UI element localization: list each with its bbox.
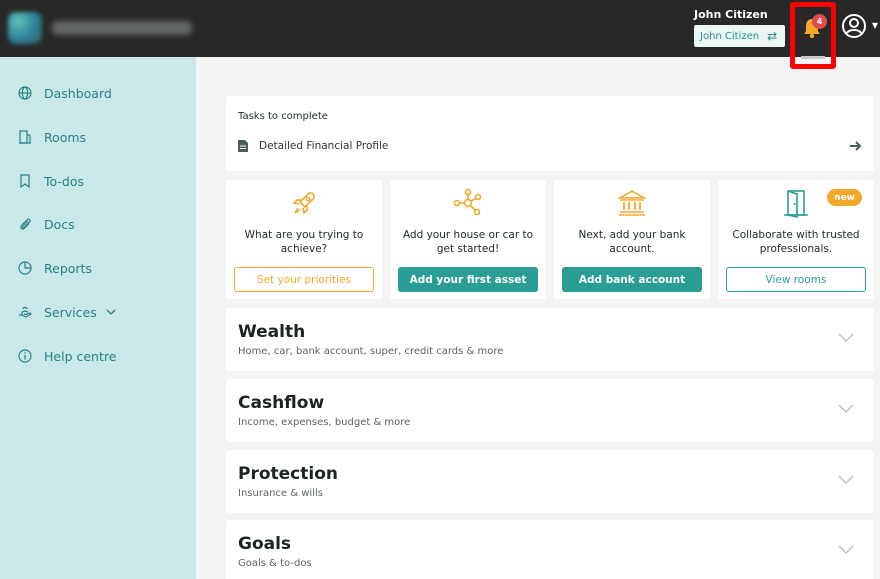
section-subtitle: Insurance & wills: [238, 488, 323, 499]
user-name: John Citizen: [694, 8, 768, 21]
account-switcher[interactable]: John Citizen ⇄: [694, 25, 785, 47]
bank-card: Next, add your bank account. Add bank ac…: [554, 180, 710, 299]
add-bank-account-button[interactable]: Add bank account: [562, 267, 702, 292]
chevron-down-icon: [106, 309, 116, 315]
section-subtitle: Income, expenses, budget & more: [238, 417, 411, 428]
document-icon: [238, 140, 248, 152]
rooms-description: Collaborate with trusted professionals.: [732, 229, 860, 255]
logo-wordmark: [52, 21, 192, 35]
task-item[interactable]: Detailed Financial Profile: [238, 136, 862, 156]
sidebar-item-help-centre[interactable]: Help centre: [0, 338, 196, 374]
asset-description: Add your house or car to get started!: [402, 229, 534, 255]
door-icon: [784, 190, 808, 218]
account-menu-caret-icon[interactable]: ▾: [872, 18, 878, 32]
sidebar-item-label: To-dos: [44, 173, 84, 189]
bank-icon: [617, 190, 647, 216]
set-priorities-button[interactable]: Set your priorities: [234, 267, 374, 292]
section-goals[interactable]: Goals Goals & to-dos: [226, 520, 874, 579]
sidebar-item-label: Help centre: [44, 348, 117, 364]
sidebar-item-label: Services: [44, 304, 97, 320]
top-bar: John Citizen John Citizen ⇄ 4 ▾: [0, 0, 880, 69]
app-logo[interactable]: [8, 10, 196, 46]
section-title: Protection: [238, 464, 338, 484]
chevron-down-icon[interactable]: [838, 545, 854, 555]
sidebar-item-label: Dashboard: [44, 85, 112, 101]
section-subtitle: Goals & to-dos: [238, 558, 312, 569]
sidebar: Dashboard Rooms To-dos Docs Reports Serv…: [0, 57, 196, 579]
swap-icon: ⇄: [767, 29, 778, 43]
sidebar-item-label: Docs: [44, 216, 75, 232]
task-label: Detailed Financial Profile: [259, 140, 389, 152]
hand-icon: [19, 306, 32, 318]
section-wealth[interactable]: Wealth Home, car, bank account, super, c…: [226, 308, 874, 371]
pie-chart-icon: [18, 261, 32, 275]
user-account-icon[interactable]: [840, 12, 868, 40]
sidebar-item-label: Rooms: [44, 129, 87, 145]
sidebar-item-services[interactable]: Services: [0, 294, 196, 330]
section-title: Wealth: [238, 322, 306, 342]
switcher-label: John Citizen: [700, 30, 760, 42]
notification-underline: [801, 56, 825, 59]
section-title: Cashflow: [238, 393, 325, 413]
sidebar-item-docs[interactable]: Docs: [0, 206, 196, 242]
tasks-title: Tasks to complete: [238, 111, 328, 122]
network-icon: [453, 188, 482, 216]
section-subtitle: Home, car, bank account, super, credit c…: [238, 346, 504, 357]
new-badge: new: [827, 189, 862, 206]
tasks-card: Tasks to complete Detailed Financial Pro…: [226, 96, 874, 171]
section-title: Goals: [238, 534, 292, 554]
priorities-description: What are you trying to achieve?: [244, 229, 364, 255]
add-first-asset-button[interactable]: Add your first asset: [398, 267, 538, 292]
sidebar-item-todos[interactable]: To-dos: [0, 163, 196, 199]
notification-badge: 4: [812, 14, 827, 29]
bank-description: Next, add your bank account.: [578, 229, 686, 255]
sidebar-item-rooms[interactable]: Rooms: [0, 119, 196, 155]
arrow-right-icon[interactable]: [850, 141, 862, 151]
building-icon: [19, 130, 31, 144]
section-cashflow[interactable]: Cashflow Income, expenses, budget & more: [226, 379, 874, 442]
info-icon: [18, 349, 32, 363]
rocket-icon: [292, 192, 315, 215]
section-protection[interactable]: Protection Insurance & wills: [226, 450, 874, 513]
view-rooms-button[interactable]: View rooms: [726, 267, 866, 292]
sidebar-item-reports[interactable]: Reports: [0, 250, 196, 286]
bookmark-icon: [20, 174, 30, 188]
asset-card: Add your house or car to get started! Ad…: [390, 180, 546, 299]
sidebar-item-label: Reports: [44, 260, 92, 276]
logo-mark: [8, 12, 42, 44]
rooms-card: new Collaborate with trusted professiona…: [718, 180, 874, 299]
chevron-down-icon[interactable]: [838, 333, 854, 343]
globe-icon: [18, 86, 32, 100]
chevron-down-icon[interactable]: [838, 404, 854, 414]
sidebar-item-dashboard[interactable]: Dashboard: [0, 75, 196, 111]
chevron-down-icon[interactable]: [838, 475, 854, 485]
priorities-card: What are you trying to achieve? Set your…: [226, 180, 382, 299]
paperclip-icon: [20, 218, 31, 230]
